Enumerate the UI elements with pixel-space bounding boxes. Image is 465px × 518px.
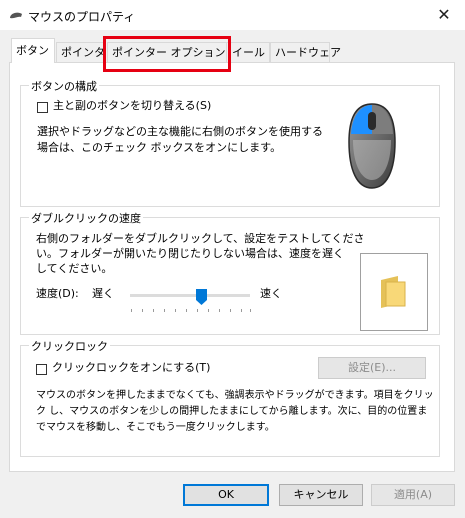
tab-hardware[interactable]: ハードウェア — [270, 42, 341, 62]
click-lock-settings-button[interactable]: 設定(E)... — [318, 357, 426, 379]
double-click-desc-1: 右側のフォルダーをダブルクリックして、設定をテストしてくださ — [36, 232, 365, 245]
window-title: マウスのプロパティ — [28, 10, 136, 24]
ok-button[interactable]: OK — [183, 484, 269, 506]
tab-panel: ボタンの構成 主と副のボタンを切り替える(S) 選択やドラッグなどの主な機能に右… — [9, 62, 455, 472]
click-lock-desc-2: ク し、マウスのボタンを少しの間押したままにしてから離します。次に、目的の位置ま — [36, 406, 428, 417]
click-lock-title: クリックロック — [29, 338, 110, 354]
close-button[interactable]: ✕ — [433, 4, 455, 26]
speed-slider-thumb[interactable] — [196, 289, 207, 305]
cancel-button[interactable]: キャンセル — [279, 484, 363, 506]
title-bar: マウスのプロパティ ✕ — [0, 0, 465, 30]
speed-slider-ticks — [131, 309, 251, 313]
mouse-illustration — [348, 103, 396, 189]
double-click-desc-2: い。フォルダーが開いたり閉じたりしない場合は、速度を遅く — [36, 247, 344, 260]
speed-label: 速度(D): — [36, 287, 79, 300]
button-config-desc-1: 選択やドラッグなどの主な機能に右側のボタンを使用する — [37, 125, 323, 138]
folder-icon — [381, 276, 406, 308]
apply-button[interactable]: 適用(A) — [371, 484, 455, 506]
slow-label: 遅く — [92, 287, 114, 300]
swap-buttons-checkbox[interactable] — [37, 102, 48, 113]
click-lock-desc-3: でマウスを移動し、そこでもう一度クリックします。 — [36, 422, 275, 433]
click-lock-label[interactable]: クリックロックをオンにする(T) — [52, 360, 210, 376]
double-click-desc-3: してください。 — [36, 262, 113, 275]
double-click-title: ダブルクリックの速度 — [29, 210, 143, 226]
speed-slider-track[interactable] — [130, 294, 250, 297]
button-config-desc-2: 場合は、このチェック ボックスをオンにします。 — [37, 141, 282, 154]
mouse-icon — [10, 12, 22, 19]
close-icon: ✕ — [437, 5, 451, 24]
button-config-group: ボタンの構成 主と副のボタンを切り替える(S) 選択やドラッグなどの主な機能に右… — [20, 78, 440, 207]
test-folder-box[interactable] — [360, 253, 428, 331]
tab-buttons[interactable]: ボタン — [11, 38, 55, 63]
tab-pointer-options[interactable]: ポインター オプション — [107, 42, 227, 62]
click-lock-checkbox[interactable] — [36, 364, 47, 375]
click-lock-desc-1: マウスのボタンを押したままでなくても、強調表示やドラッグができます。項目をクリッ — [36, 390, 434, 401]
tab-pointers[interactable]: ポインタ — [56, 42, 106, 62]
button-config-title: ボタンの構成 — [29, 78, 99, 94]
tab-wheel[interactable]: イール — [226, 42, 270, 62]
swap-buttons-label[interactable]: 主と副のボタンを切り替える(S) — [53, 98, 211, 114]
fast-label: 速く — [260, 287, 282, 300]
